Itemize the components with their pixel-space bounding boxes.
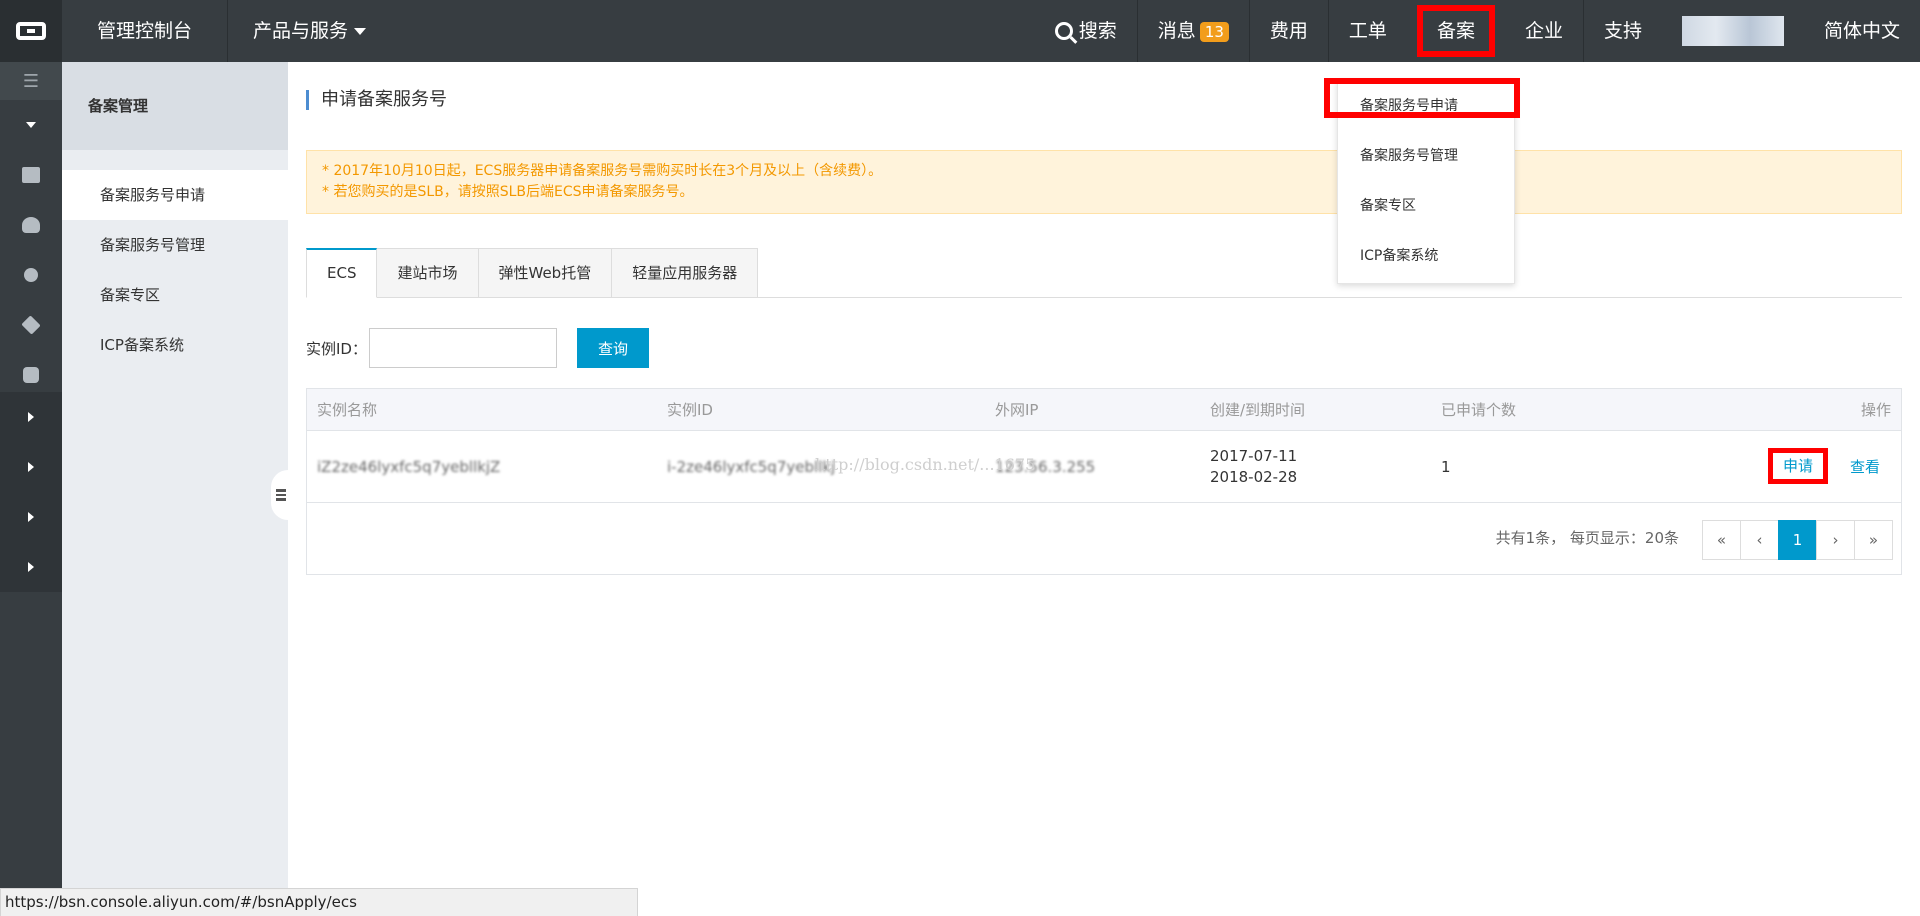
- products-label: 产品与服务: [253, 20, 349, 42]
- tab-ecs[interactable]: ECS: [306, 248, 378, 298]
- aliyun-logo-icon[interactable]: [0, 0, 62, 62]
- product-tabs: ECS 建站市场 弹性Web托管 轻量应用服务器: [306, 248, 1902, 298]
- sidebar-item-icp[interactable]: ICP备案系统: [62, 320, 288, 370]
- dropdown-item-manage[interactable]: 备案服务号管理: [1338, 131, 1514, 181]
- language-switch[interactable]: 简体中文: [1804, 0, 1920, 62]
- menu-toggle-icon[interactable]: ☰: [0, 62, 62, 100]
- storage-icon[interactable]: [0, 300, 62, 350]
- pagination: « ‹ 1 › »: [1702, 520, 1893, 560]
- pagination-row: 共有1条， 每页显示：20条 « ‹ 1 › »: [307, 503, 1901, 573]
- page-current-button[interactable]: 1: [1778, 520, 1817, 560]
- notice-line: * 2017年10月10日起，ECS服务器申请备案服务号需购买时长在3个月及以上…: [322, 163, 883, 179]
- chevron-right-icon[interactable]: [0, 492, 62, 542]
- server-icon[interactable]: [0, 150, 62, 200]
- column-header: 实例ID: [667, 401, 713, 419]
- instance-table: 实例名称 实例ID 外网IP 创建/到期时间 已申请个数 操作 iZ2ze46l…: [306, 388, 1902, 575]
- dropdown-item-icp[interactable]: ICP备案系统: [1338, 231, 1514, 281]
- highlight-box: [1324, 78, 1520, 118]
- strip-submenu-group: [0, 392, 62, 592]
- search-icon: [1054, 22, 1073, 40]
- date-cell: 2017-07-11 2018-02-28: [1210, 431, 1297, 503]
- column-header: 操作: [1860, 401, 1891, 419]
- view-link[interactable]: 查看: [1850, 431, 1880, 503]
- enterprise-link[interactable]: 企业: [1505, 0, 1583, 62]
- page-prev-button[interactable]: ‹: [1740, 520, 1779, 560]
- page-next-button[interactable]: ›: [1816, 520, 1855, 560]
- page-first-button[interactable]: «: [1702, 520, 1741, 560]
- instance-name-cell: iZ2ze46lyxfc5q7yebllkjZ: [317, 458, 501, 476]
- sidebar-item-manage[interactable]: 备案服务号管理: [62, 220, 288, 270]
- chevron-right-icon[interactable]: [0, 542, 62, 592]
- sidebar-item-apply[interactable]: 备案服务号申请: [62, 170, 288, 220]
- tab-light-server[interactable]: 轻量应用服务器: [612, 248, 759, 298]
- support-link[interactable]: 支持: [1582, 0, 1662, 62]
- top-navbar: 管理控制台 产品与服务 搜索 消息 13 费用 工单 备案 企业 支持 简体中文: [0, 0, 1920, 62]
- billing-link[interactable]: 费用: [1248, 0, 1328, 62]
- column-header: 已申请个数: [1441, 401, 1517, 419]
- left-icon-sidebar: ☰: [0, 62, 62, 916]
- database-icon[interactable]: [0, 200, 62, 250]
- beian-menu[interactable]: 备案: [1416, 5, 1495, 57]
- tab-web-hosting[interactable]: 弹性Web托管: [478, 248, 613, 298]
- chevron-right-icon[interactable]: [0, 392, 62, 442]
- table-row: iZ2ze46lyxfc5q7yebllkjZ i-2ze46lyxfc5q7y…: [307, 431, 1901, 503]
- table-header: 实例名称 实例ID 外网IP 创建/到期时间 已申请个数 操作: [307, 389, 1901, 431]
- created-date: 2017-07-11: [1210, 447, 1298, 465]
- query-form: 实例ID： 查询: [306, 328, 649, 368]
- sidebar-item-zone[interactable]: 备案专区: [62, 270, 288, 320]
- watermark-text: http://blog.csdn.net/...1675: [815, 455, 1036, 474]
- console-title[interactable]: 管理控制台: [62, 0, 229, 62]
- notice-box: * 2017年10月10日起，ECS服务器申请备案服务号需购买时长在3个月及以上…: [306, 150, 1902, 214]
- expire-date: 2018-02-28: [1210, 468, 1298, 486]
- column-header: 实例名称: [317, 401, 378, 419]
- tickets-link[interactable]: 工单: [1327, 0, 1407, 62]
- browser-status-url: https://bsn.console.aliyun.com/#/bsnAppl…: [0, 888, 638, 916]
- page-title: 申请备案服务号: [306, 90, 447, 110]
- column-header: 创建/到期时间: [1210, 401, 1306, 419]
- chevron-right-icon[interactable]: [0, 442, 62, 492]
- chevron-down-icon: [354, 28, 367, 35]
- instance-id-input[interactable]: [368, 328, 557, 368]
- applied-count-cell: 1: [1441, 458, 1451, 476]
- beian-sidebar: 备案管理 备案服务号申请 备案服务号管理 备案专区 ICP备案系统: [62, 62, 288, 916]
- tab-site-market[interactable]: 建站市场: [377, 248, 479, 298]
- search-label: 搜索: [1078, 20, 1117, 42]
- instance-id-label: 实例ID：: [306, 339, 367, 358]
- apply-link[interactable]: 申请: [1768, 448, 1828, 484]
- pagination-info: 共有1条， 每页显示：20条: [1495, 529, 1679, 547]
- products-menu[interactable]: 产品与服务: [228, 0, 391, 62]
- page-last-button[interactable]: »: [1854, 520, 1893, 560]
- query-button[interactable]: 查询: [576, 328, 649, 368]
- messages-label: 消息: [1157, 20, 1196, 42]
- dropdown-item-zone[interactable]: 备案专区: [1338, 181, 1514, 231]
- account-avatar[interactable]: [1681, 16, 1784, 46]
- search-button[interactable]: 搜索: [1035, 0, 1137, 62]
- messages-count-badge: 13: [1199, 21, 1229, 42]
- messages-button[interactable]: 消息 13: [1136, 0, 1249, 62]
- collapse-icon: [276, 489, 286, 501]
- column-header: 外网IP: [995, 401, 1039, 419]
- instance-id-cell: i-2ze46lyxfc5q7yebllkj: [667, 458, 836, 476]
- sidebar-collapse-handle[interactable]: [271, 470, 288, 520]
- expand-arrow-icon[interactable]: [0, 100, 62, 150]
- network-icon[interactable]: [0, 250, 62, 300]
- notice-line: * 若您购买的是SLB，请按照SLB后端ECS申请备案服务号。: [322, 184, 694, 200]
- sidebar-header: 备案管理: [62, 62, 288, 150]
